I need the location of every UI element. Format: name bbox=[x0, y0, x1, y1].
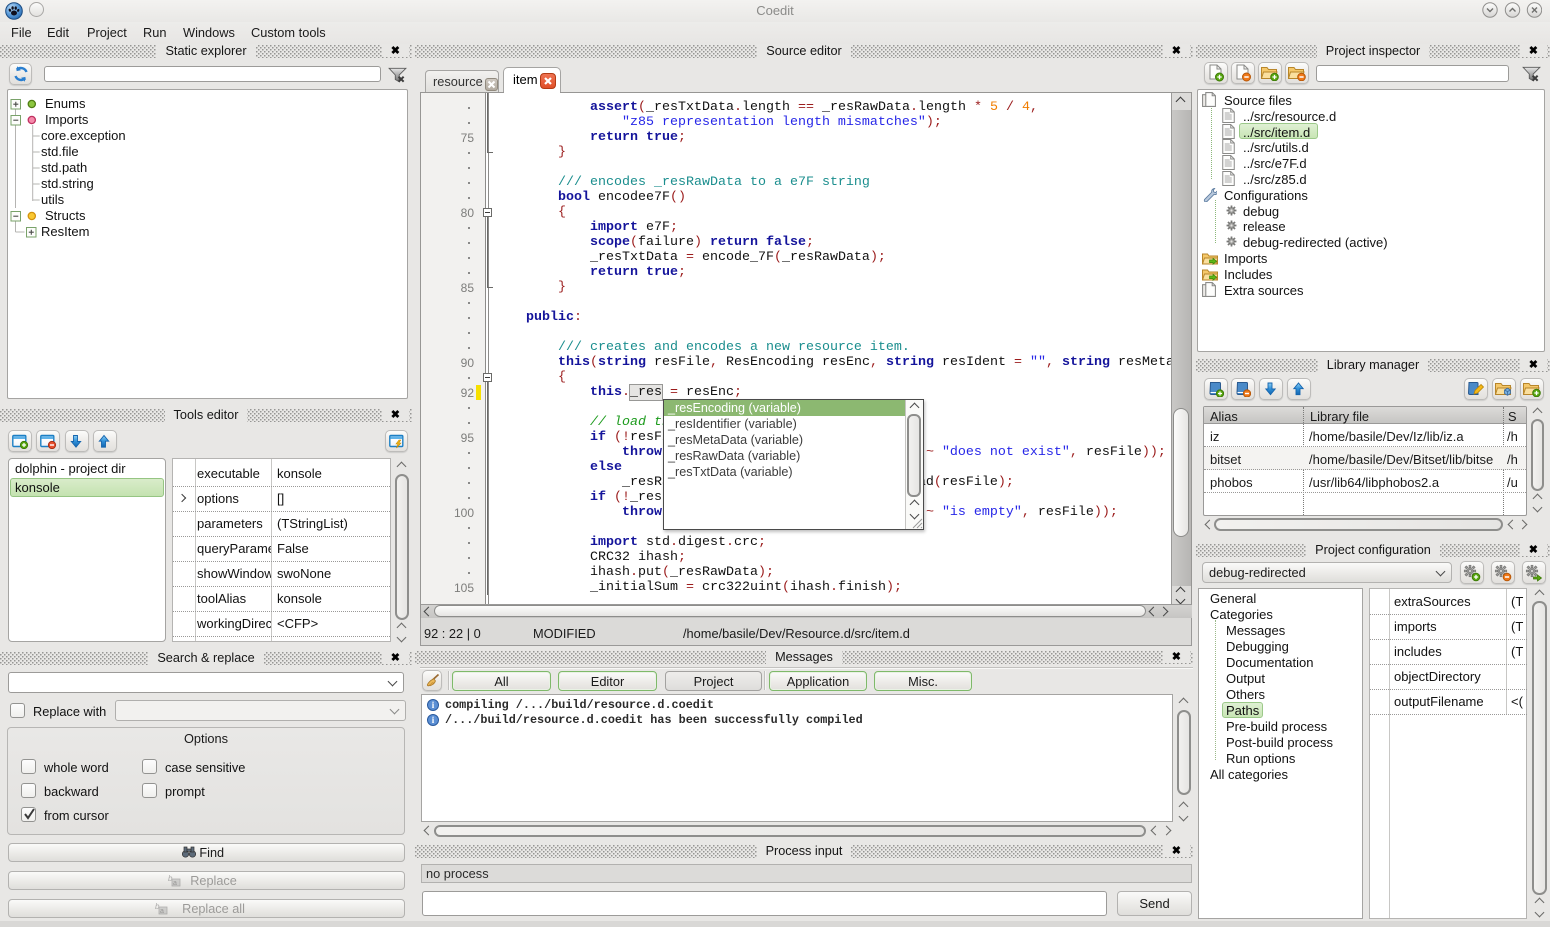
svg-text:a: a bbox=[173, 880, 177, 887]
svg-text:a: a bbox=[160, 908, 164, 915]
